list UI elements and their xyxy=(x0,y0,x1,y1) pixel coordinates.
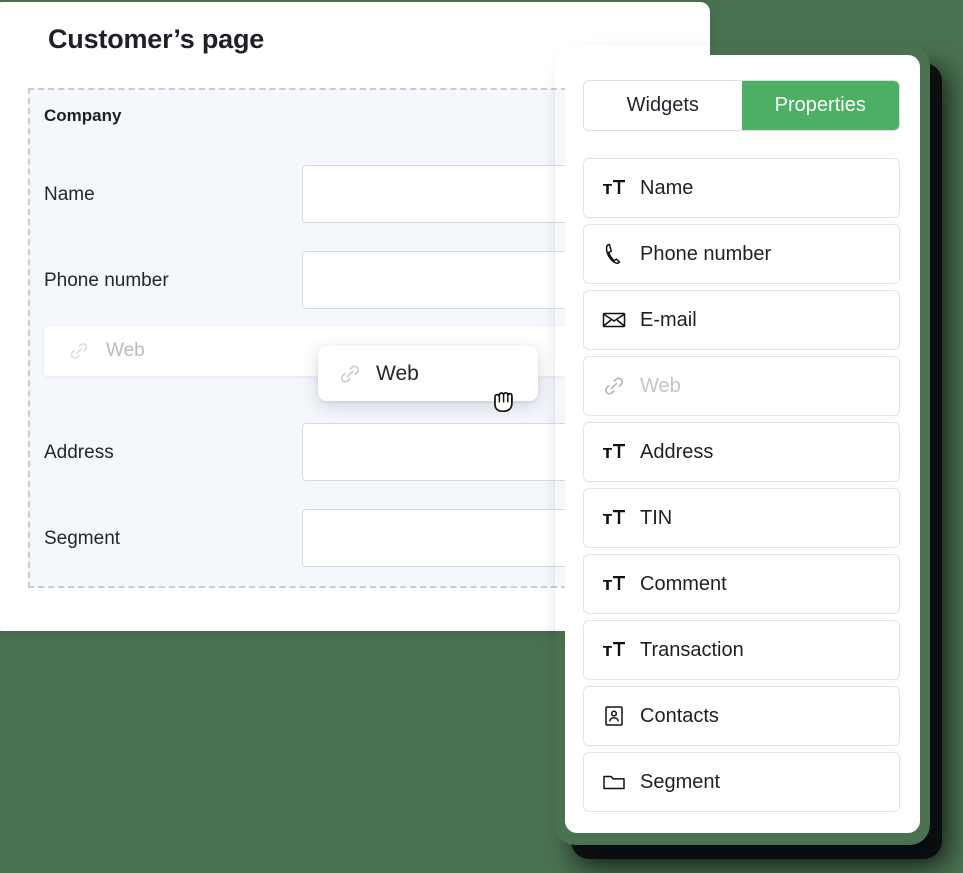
property-item-label: Segment xyxy=(640,770,721,793)
web-drop-target-label: Web xyxy=(106,340,145,361)
form-label-address: Address xyxy=(44,442,114,463)
folder-icon xyxy=(600,772,628,792)
property-item-transaction[interactable]: Transaction xyxy=(583,620,900,680)
grabbing-hand-cursor xyxy=(489,383,521,417)
property-item-phone-number[interactable]: Phone number xyxy=(583,224,900,284)
property-item-contacts[interactable]: Contacts xyxy=(583,686,900,746)
form-label-segment: Segment xyxy=(44,528,121,549)
property-item-web[interactable]: Web xyxy=(583,356,900,416)
text-size-icon xyxy=(600,178,628,198)
text-size-icon xyxy=(600,640,628,660)
property-item-segment[interactable]: Segment xyxy=(583,752,900,812)
property-list: Name Phone number E-mail Web Address TIN… xyxy=(583,158,900,818)
property-item-name[interactable]: Name xyxy=(583,158,900,218)
property-item-label: E-mail xyxy=(640,308,697,331)
text-size-icon xyxy=(600,442,628,462)
property-item-label: Address xyxy=(640,440,714,463)
property-item-label: Web xyxy=(640,374,681,397)
property-item-label: Transaction xyxy=(640,638,744,661)
text-size-icon xyxy=(600,508,628,528)
property-item-tin[interactable]: TIN xyxy=(583,488,900,548)
link-icon xyxy=(68,340,90,362)
link-icon xyxy=(600,374,628,398)
phone-icon xyxy=(600,242,628,266)
dragged-chip-label: Web xyxy=(376,361,419,385)
property-item-comment[interactable]: Comment xyxy=(583,554,900,614)
company-section-heading: Company xyxy=(44,106,122,125)
link-icon xyxy=(338,362,362,386)
envelope-icon xyxy=(600,311,628,329)
properties-panel: Widgets Properties Name Phone number E-m… xyxy=(565,55,920,833)
property-item-email[interactable]: E-mail xyxy=(583,290,900,350)
tab-properties[interactable]: Properties xyxy=(741,81,899,130)
panel-tab-bar: Widgets Properties xyxy=(583,80,900,131)
property-item-label: Phone number xyxy=(640,242,772,265)
text-size-icon xyxy=(600,574,628,594)
property-item-label: TIN xyxy=(640,506,673,529)
property-item-label: Comment xyxy=(640,572,727,595)
form-label-phone-number: Phone number xyxy=(44,270,169,291)
property-item-label: Name xyxy=(640,176,694,199)
form-label-name: Name xyxy=(44,184,95,205)
property-item-label: Contacts xyxy=(640,704,719,727)
property-item-address[interactable]: Address xyxy=(583,422,900,482)
tab-widgets[interactable]: Widgets xyxy=(584,81,742,130)
page-title: Customer’s page xyxy=(48,24,265,54)
contact-card-icon xyxy=(600,705,628,727)
